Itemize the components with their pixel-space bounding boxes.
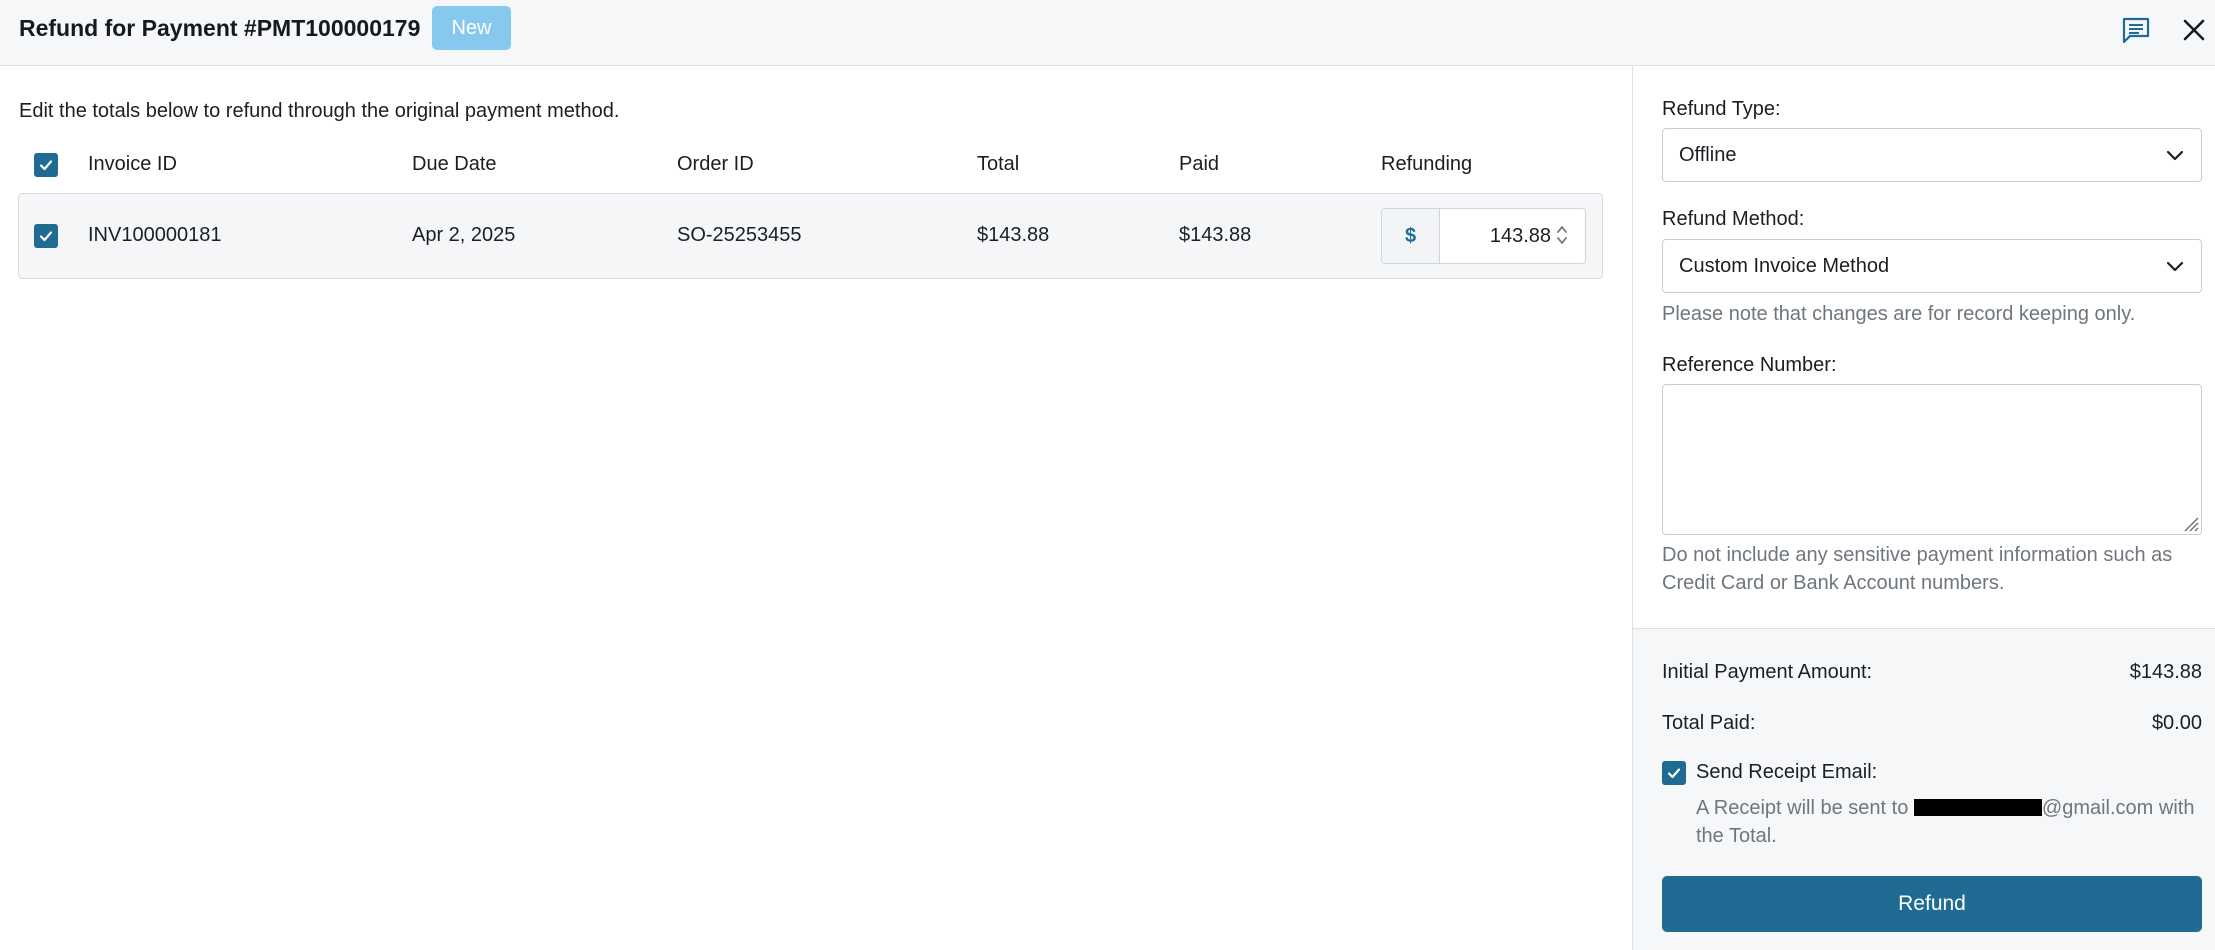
row-checkbox[interactable] (34, 224, 58, 248)
refunding-amount-field: $ 143.88 (1381, 208, 1586, 264)
column-header-order-id: Order ID (677, 153, 754, 175)
column-header-due-date: Due Date (412, 153, 497, 175)
column-header-refunding: Refunding (1381, 153, 1473, 175)
refund-method-label: Refund Method: (1662, 208, 1805, 230)
initial-payment-value: $143.88 (2129, 661, 2202, 683)
refund-type-value: Offline (1679, 144, 1737, 166)
refund-method-value: Custom Invoice Method (1679, 255, 1890, 277)
due-date: Apr 2, 2025 (412, 224, 516, 246)
close-icon[interactable] (2176, 12, 2212, 48)
reference-number-input[interactable] (1662, 384, 2202, 535)
total-paid-value: $0.00 (2151, 712, 2202, 734)
send-receipt-checkbox[interactable] (1662, 761, 1686, 785)
reference-number-label: Reference Number: (1662, 354, 1837, 376)
refund-button[interactable]: Refund (1662, 876, 2202, 932)
record-keeping-note: Please note that changes are for record … (1662, 303, 2136, 325)
column-header-total: Total (977, 153, 1020, 175)
status-badge: New (432, 6, 511, 50)
redacted-email (1913, 799, 2042, 816)
receipt-note-prefix: A Receipt will be sent to (1696, 797, 1909, 819)
column-header-paid: Paid (1179, 153, 1220, 175)
initial-payment-label: Initial Payment Amount: (1662, 661, 1873, 683)
send-receipt-label: Send Receipt Email: (1696, 761, 1878, 783)
chevron-down-icon (2166, 261, 2184, 272)
currency-prefix: $ (1382, 209, 1440, 263)
check-icon (39, 160, 53, 171)
chevron-down-icon (2166, 150, 2184, 161)
select-all-checkbox[interactable] (34, 153, 58, 177)
refund-type-select[interactable]: Offline (1662, 128, 2202, 182)
column-header-invoice-id: Invoice ID (88, 153, 177, 175)
refunding-amount-value: 143.88 (1489, 225, 1551, 247)
refund-method-select[interactable]: Custom Invoice Method (1662, 239, 2202, 293)
comments-icon[interactable] (2118, 12, 2154, 48)
page-title: Refund for Payment #PMT100000179 (19, 15, 421, 41)
refunding-amount-input[interactable]: 143.88 (1441, 209, 1585, 263)
invoice-total: $143.88 (977, 224, 1050, 246)
number-stepper-icon[interactable] (1555, 221, 1569, 249)
total-paid-label: Total Paid: (1662, 712, 1756, 734)
invoice-id: INV100000181 (88, 224, 222, 246)
sensitive-info-note: Do not include any sensitive payment inf… (1662, 544, 2173, 594)
refund-instructions: Edit the totals below to refund through … (19, 100, 620, 122)
refund-type-label: Refund Type: (1662, 98, 1781, 120)
check-icon (39, 231, 53, 242)
resize-handle-icon[interactable] (2181, 514, 2199, 532)
order-id: SO-25253455 (677, 224, 802, 246)
dialog-header: Refund for Payment #PMT100000179 New (0, 0, 2215, 66)
check-icon (1667, 768, 1681, 779)
table-row (18, 193, 1603, 279)
invoice-paid: $143.88 (1179, 224, 1252, 246)
receipt-note: A Receipt will be sent to @gmail.com wit… (1696, 794, 2206, 850)
